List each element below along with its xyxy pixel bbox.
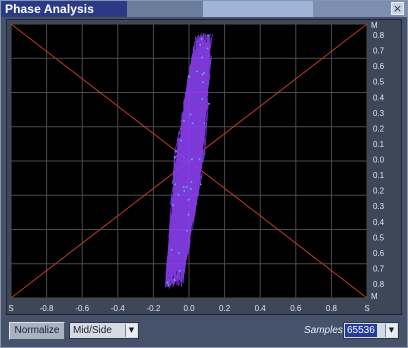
window-title: Phase Analysis <box>5 2 95 16</box>
close-icon[interactable]: × <box>391 2 404 15</box>
right-axis-label: 0.0 <box>373 156 385 165</box>
trace-highlight <box>203 72 205 74</box>
mode-select[interactable]: Mid/Side ▼ <box>69 322 139 339</box>
trace-highlight <box>208 103 210 105</box>
trace-highlight <box>183 190 186 192</box>
trace-highlight <box>201 98 204 100</box>
trace-highlight <box>178 269 181 272</box>
bottom-axis-label: 0.8 <box>326 304 338 313</box>
trace-highlight <box>187 214 190 216</box>
trace-highlight <box>175 150 177 152</box>
bottom-axis-label: -0.2 <box>147 304 161 313</box>
right-axis-label: 0.2 <box>373 124 385 133</box>
bottom-axis-label: -0.6 <box>75 304 89 313</box>
trace-highlight <box>199 44 201 46</box>
right-axis-label: 0.3 <box>373 202 385 211</box>
right-axis-label: 0.3 <box>373 109 385 118</box>
trace-highlight <box>173 279 176 281</box>
right-axis-label: 0.7 <box>373 264 385 273</box>
trace-highlight <box>201 56 203 59</box>
trace-highlight <box>200 38 203 40</box>
right-axis-label: 0.5 <box>373 78 385 87</box>
trace-highlight <box>199 183 202 186</box>
trace-highlight <box>185 186 188 188</box>
bottom-axis-label: S <box>364 304 369 313</box>
trace-highlight <box>189 113 192 116</box>
right-axis-label: 0.2 <box>373 187 385 196</box>
trace-highlight <box>191 122 194 125</box>
chevron-down-icon: ▼ <box>385 324 397 337</box>
trace-highlight <box>180 139 182 142</box>
trace-highlight <box>168 284 170 287</box>
right-axis-label: 0.4 <box>373 93 385 102</box>
right-axis-label: 0.1 <box>373 171 385 180</box>
chevron-down-icon: ▼ <box>125 324 137 337</box>
trace-highlight <box>201 73 204 76</box>
right-axis-label: 0.8 <box>373 280 385 289</box>
bottom-axis-label: 0.6 <box>290 304 302 313</box>
trace-highlight <box>166 281 169 284</box>
trace-highlight <box>191 158 193 161</box>
trace-highlight <box>204 122 206 125</box>
samples-select-value: 65536 <box>345 324 377 337</box>
right-axis-label: 0.4 <box>373 218 385 227</box>
title-bar-segment <box>127 1 203 17</box>
control-bar: Normalize Mid/Side ▼ Samples 65536 ▼ <box>1 317 407 347</box>
axis-marker-bottom: M <box>371 292 378 301</box>
trace-highlight <box>174 156 176 158</box>
trace-highlight <box>174 183 176 186</box>
trace-highlight <box>182 186 185 188</box>
phase-analysis-window: Phase Analysis × M 0.8 0.7 0.6 0.5 0.4 0.3 0.2 0… <box>0 0 408 348</box>
trace-highlight <box>178 252 180 254</box>
trace-highlight <box>183 120 185 122</box>
bottom-axis-labels: S -0.8 -0.6 -0.4 -0.2 0.0 0.2 0.4 0.6 0.8 S <box>8 304 369 313</box>
right-axis-label: 0.5 <box>373 233 385 242</box>
trace-highlight <box>187 199 190 201</box>
phase-scope: M0.80.70.60.50.40.30.20.10.00.10.20.30.4… <box>8 21 385 313</box>
bottom-axis-label: S <box>8 304 13 313</box>
right-axis-label: 0.8 <box>373 31 385 40</box>
bottom-axis-label: 0.2 <box>219 304 231 313</box>
samples-select[interactable]: 65536 ▼ <box>343 322 399 339</box>
trace-highlight <box>188 75 190 78</box>
right-axis-label: 0.6 <box>373 249 385 258</box>
trace-highlight <box>172 204 174 206</box>
trace-highlight <box>196 70 198 73</box>
axis-marker-top: M <box>371 21 378 30</box>
mode-select-value: Mid/Side <box>73 325 112 336</box>
trace-highlight <box>170 248 173 251</box>
trace-highlight <box>177 194 180 196</box>
right-axis-label: 0.1 <box>373 140 385 149</box>
right-axis-labels: M0.80.70.60.50.40.30.20.10.00.10.20.30.4… <box>371 21 385 301</box>
bottom-axis-label: 0.4 <box>255 304 267 313</box>
bottom-axis-label: -0.8 <box>40 304 54 313</box>
right-axis-label: 0.6 <box>373 62 385 71</box>
samples-label: Samples <box>304 325 343 336</box>
trace-highlight <box>206 47 209 50</box>
trace-highlight <box>190 188 192 190</box>
trace-highlight <box>190 181 193 183</box>
title-bar-segment <box>203 1 313 17</box>
trace-highlight <box>198 158 201 160</box>
phase-scope-frame: M 0.8 0.7 0.6 0.5 0.4 0.3 0.2 0.1 0.0 0.1 0.2 0.3 0.4… <box>6 19 402 315</box>
title-bar[interactable]: Phase Analysis × <box>1 1 407 17</box>
trace-highlight <box>201 81 204 84</box>
bottom-axis-label: -0.4 <box>111 304 125 313</box>
trace-highlight <box>207 34 209 37</box>
bottom-axis-label: 0.0 <box>183 304 195 313</box>
right-axis-label: 0.7 <box>373 47 385 56</box>
normalize-button[interactable]: Normalize <box>9 322 65 340</box>
trace-highlight <box>186 230 188 232</box>
